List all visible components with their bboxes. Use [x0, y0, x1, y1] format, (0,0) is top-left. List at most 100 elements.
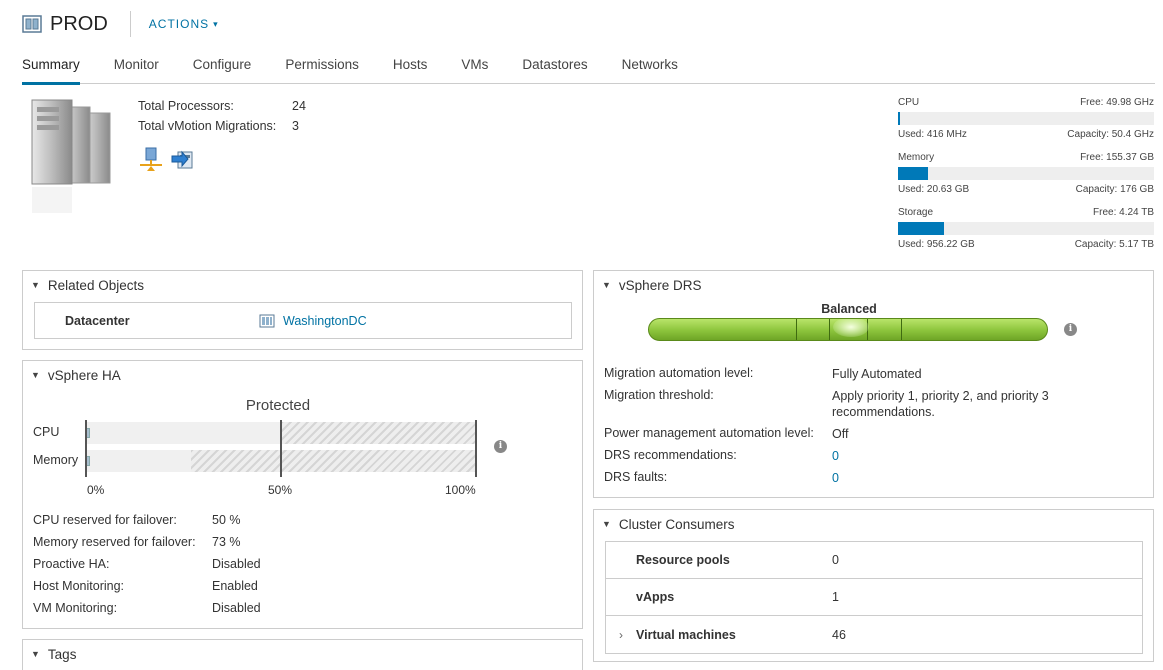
ha-chart-title: Protected — [245, 397, 311, 414]
tab-monitor[interactable]: Monitor — [114, 54, 159, 84]
datacenter-link[interactable]: WashingtonDC — [283, 314, 367, 328]
memory-name: Memory — [898, 152, 935, 163]
processors-label: Total Processors: — [138, 99, 234, 113]
tab-vms[interactable]: VMs — [461, 54, 488, 84]
caret-down-icon: ▼ — [602, 519, 611, 529]
info-icon[interactable]: i — [494, 440, 507, 453]
ha-row: Host Monitoring: Enabled — [33, 579, 258, 593]
tab-bar: Summary Monitor Configure Permissions Ho… — [22, 54, 1155, 85]
drs-row: Power management automation level: Off — [604, 426, 1072, 442]
ha-row: VM Monitoring: Disabled — [33, 601, 261, 615]
storage-used: Used: 956.22 GB — [898, 239, 975, 250]
vsphere-drs-title: vSphere DRS — [618, 277, 702, 293]
related-objects-panel: ▼ Related Objects Datacenter WashingtonD… — [22, 270, 583, 350]
host-network-icon[interactable] — [138, 146, 164, 172]
server-icon — [31, 99, 111, 213]
ha-row-value: 73 % — [212, 535, 241, 549]
vsphere-drs-panel: ▼ vSphere DRS Balanced i Migration autom… — [593, 270, 1154, 498]
chevron-down-icon: ▾ — [213, 18, 219, 29]
vsphere-ha-panel: ▼ vSphere HA Protected CPU Memory 0% 50%… — [22, 360, 583, 629]
caret-down-icon: ▼ — [31, 280, 40, 290]
memory-bar — [898, 167, 1154, 180]
ha-memory-label: Memory — [33, 453, 79, 467]
cpu-bar — [898, 112, 1154, 125]
tab-summary[interactable]: Summary — [22, 54, 80, 85]
actions-label: ACTIONS — [148, 17, 210, 31]
cluster-stats: Total Processors: 24 Total vMotion Migra… — [138, 96, 306, 172]
tab-permissions[interactable]: Permissions — [285, 54, 359, 84]
consumer-label: Resource pools — [636, 553, 730, 567]
caret-down-icon: ▼ — [602, 280, 611, 290]
processors-row: Total Processors: 24 — [138, 96, 306, 116]
storage-meter: Storage Free: 4.24 TB Used: 956.22 GB Ca… — [898, 207, 1154, 251]
ha-row-value: 50 % — [212, 513, 241, 527]
ha-row-value: Disabled — [212, 601, 261, 615]
datacenter-icon — [259, 314, 275, 327]
tags-header[interactable]: ▼ Tags — [23, 640, 582, 668]
drs-recommendations-link[interactable]: 0 — [832, 448, 1072, 464]
storage-capacity: Capacity: 5.17 TB — [1074, 239, 1154, 250]
tab-networks[interactable]: Networks — [622, 54, 678, 84]
info-icon[interactable]: i — [1064, 323, 1077, 336]
cpu-capacity: Capacity: 50.4 GHz — [1067, 129, 1154, 140]
cluster-icon — [22, 15, 42, 33]
processors-value: 24 — [292, 99, 306, 113]
tags-panel: ▼ Tags — [22, 639, 583, 670]
memory-bar-fill — [898, 167, 928, 180]
cpu-used: Used: 416 MHz — [898, 129, 967, 140]
table-row: Resource pools 0 — [606, 542, 1142, 579]
consumer-value: 0 — [832, 553, 839, 567]
consumer-label: vApps — [636, 590, 675, 604]
cluster-consumers-panel: ▼ Cluster Consumers Resource pools 0 vAp… — [593, 509, 1154, 662]
caret-down-icon: ▼ — [31, 370, 40, 380]
cpu-bar-fill — [898, 112, 901, 125]
vmotion-icon[interactable] — [170, 146, 196, 172]
ha-row: Memory reserved for failover: 73 % — [33, 535, 241, 549]
gauge-tick — [901, 319, 902, 340]
ha-axis-50 — [280, 420, 282, 477]
chevron-right-icon[interactable]: › — [606, 628, 636, 642]
ha-memory-reserved — [191, 450, 476, 472]
vsphere-drs-header[interactable]: ▼ vSphere DRS — [594, 271, 1153, 299]
drs-row-label: Migration threshold: — [604, 388, 714, 402]
memory-meter: Memory Free: 155.37 GB Used: 20.63 GB Ca… — [898, 152, 1154, 196]
ha-cpu-label: CPU — [33, 425, 60, 439]
drs-row-value: Fully Automated — [832, 367, 922, 381]
page-title: PROD — [50, 12, 108, 35]
drs-row-label: DRS faults: — [604, 470, 668, 484]
tab-hosts[interactable]: Hosts — [393, 54, 428, 84]
cluster-action-icons — [138, 146, 306, 172]
tags-title: Tags — [47, 646, 77, 662]
cpu-meter: CPU Free: 49.98 GHz Used: 416 MHz Capaci… — [898, 97, 1154, 141]
gauge-tick — [796, 319, 797, 340]
consumer-value: 1 — [832, 590, 839, 604]
tab-configure[interactable]: Configure — [193, 54, 252, 84]
ha-axis-label-100: 100% — [445, 483, 476, 497]
ha-row-label: Host Monitoring: — [33, 579, 125, 593]
cpu-name: CPU — [898, 97, 920, 108]
header-divider — [129, 11, 131, 37]
related-objects-title: Related Objects — [47, 277, 144, 293]
resource-meters: CPU Free: 49.98 GHz Used: 416 MHz Capaci… — [898, 97, 1154, 262]
cluster-consumers-title: Cluster Consumers — [618, 516, 735, 532]
drs-balance-gauge — [648, 318, 1048, 341]
ha-cpu-reserved — [281, 422, 476, 444]
vsphere-ha-title: vSphere HA — [47, 367, 121, 383]
cluster-consumers-header[interactable]: ▼ Cluster Consumers — [594, 510, 1153, 538]
drs-row: Migration automation level: Fully Automa… — [604, 366, 1072, 382]
ha-row-label: Proactive HA: — [33, 557, 110, 571]
gauge-indicator — [833, 319, 869, 337]
vmotion-label: Total vMotion Migrations: — [138, 119, 277, 133]
consumer-label: Virtual machines — [636, 627, 736, 642]
related-objects-header[interactable]: ▼ Related Objects — [23, 271, 582, 299]
tab-datastores[interactable]: Datastores — [522, 54, 587, 84]
drs-faults-link[interactable]: 0 — [832, 470, 1072, 486]
drs-row-label: DRS recommendations: — [604, 448, 737, 462]
ha-row-label: CPU reserved for failover: — [33, 513, 177, 527]
vmotion-row: Total vMotion Migrations: 3 — [138, 116, 306, 136]
vsphere-ha-header[interactable]: ▼ vSphere HA — [23, 361, 582, 389]
storage-bar — [898, 222, 1154, 235]
actions-menu-button[interactable]: ACTIONS ▾ — [149, 17, 219, 31]
memory-free: Free: 155.37 GB — [1080, 152, 1154, 163]
storage-bar-fill — [898, 222, 945, 235]
